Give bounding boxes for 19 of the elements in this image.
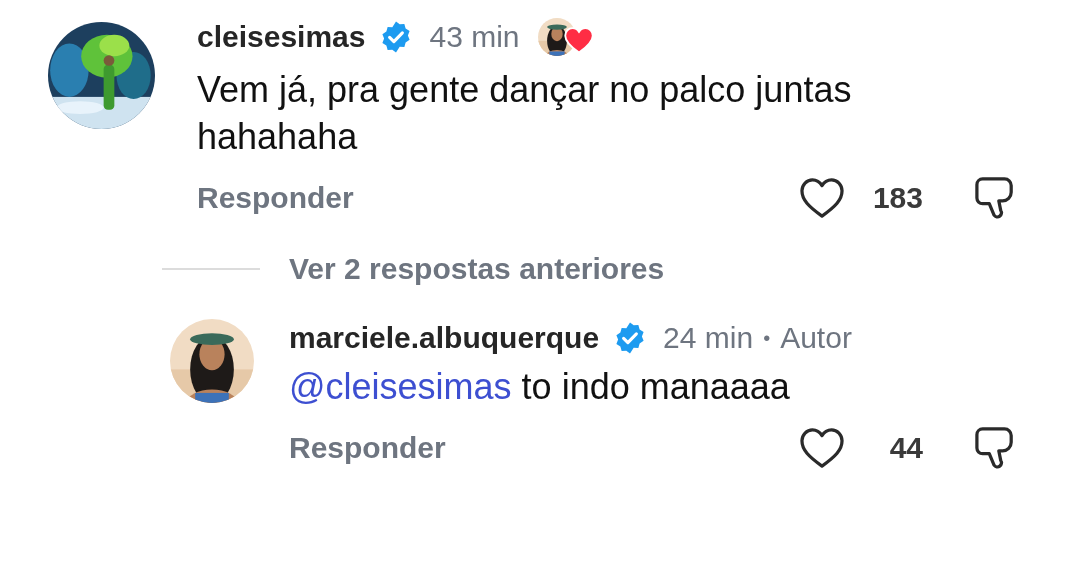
heart-icon[interactable] xyxy=(799,177,845,219)
timestamp: 43 min xyxy=(429,20,520,54)
username[interactable]: cleisesimas xyxy=(197,20,366,54)
heart-icon[interactable] xyxy=(799,427,845,469)
separator-dot: • xyxy=(763,326,771,350)
like-count: 183 xyxy=(871,181,923,215)
dislike-icon[interactable] xyxy=(975,176,1015,220)
author-label: Autor xyxy=(780,321,852,355)
username[interactable]: marciele.albuquerque xyxy=(289,321,600,355)
reply-button[interactable]: Responder xyxy=(289,431,446,465)
reply-button[interactable]: Responder xyxy=(197,181,354,215)
view-replies-button[interactable]: Ver 2 respostas anteriores xyxy=(289,252,665,286)
mention-link[interactable]: @cleisesimas xyxy=(289,366,512,407)
heart-icon xyxy=(563,26,594,54)
comment-text: Vem já, pra gente dançar no palco juntas hahahaha xyxy=(197,68,853,159)
timestamp: 24 min xyxy=(663,321,754,355)
like-count: 44 xyxy=(888,431,923,465)
reply-text: to indo manaaaa xyxy=(521,366,790,407)
dislike-icon[interactable] xyxy=(975,426,1015,470)
